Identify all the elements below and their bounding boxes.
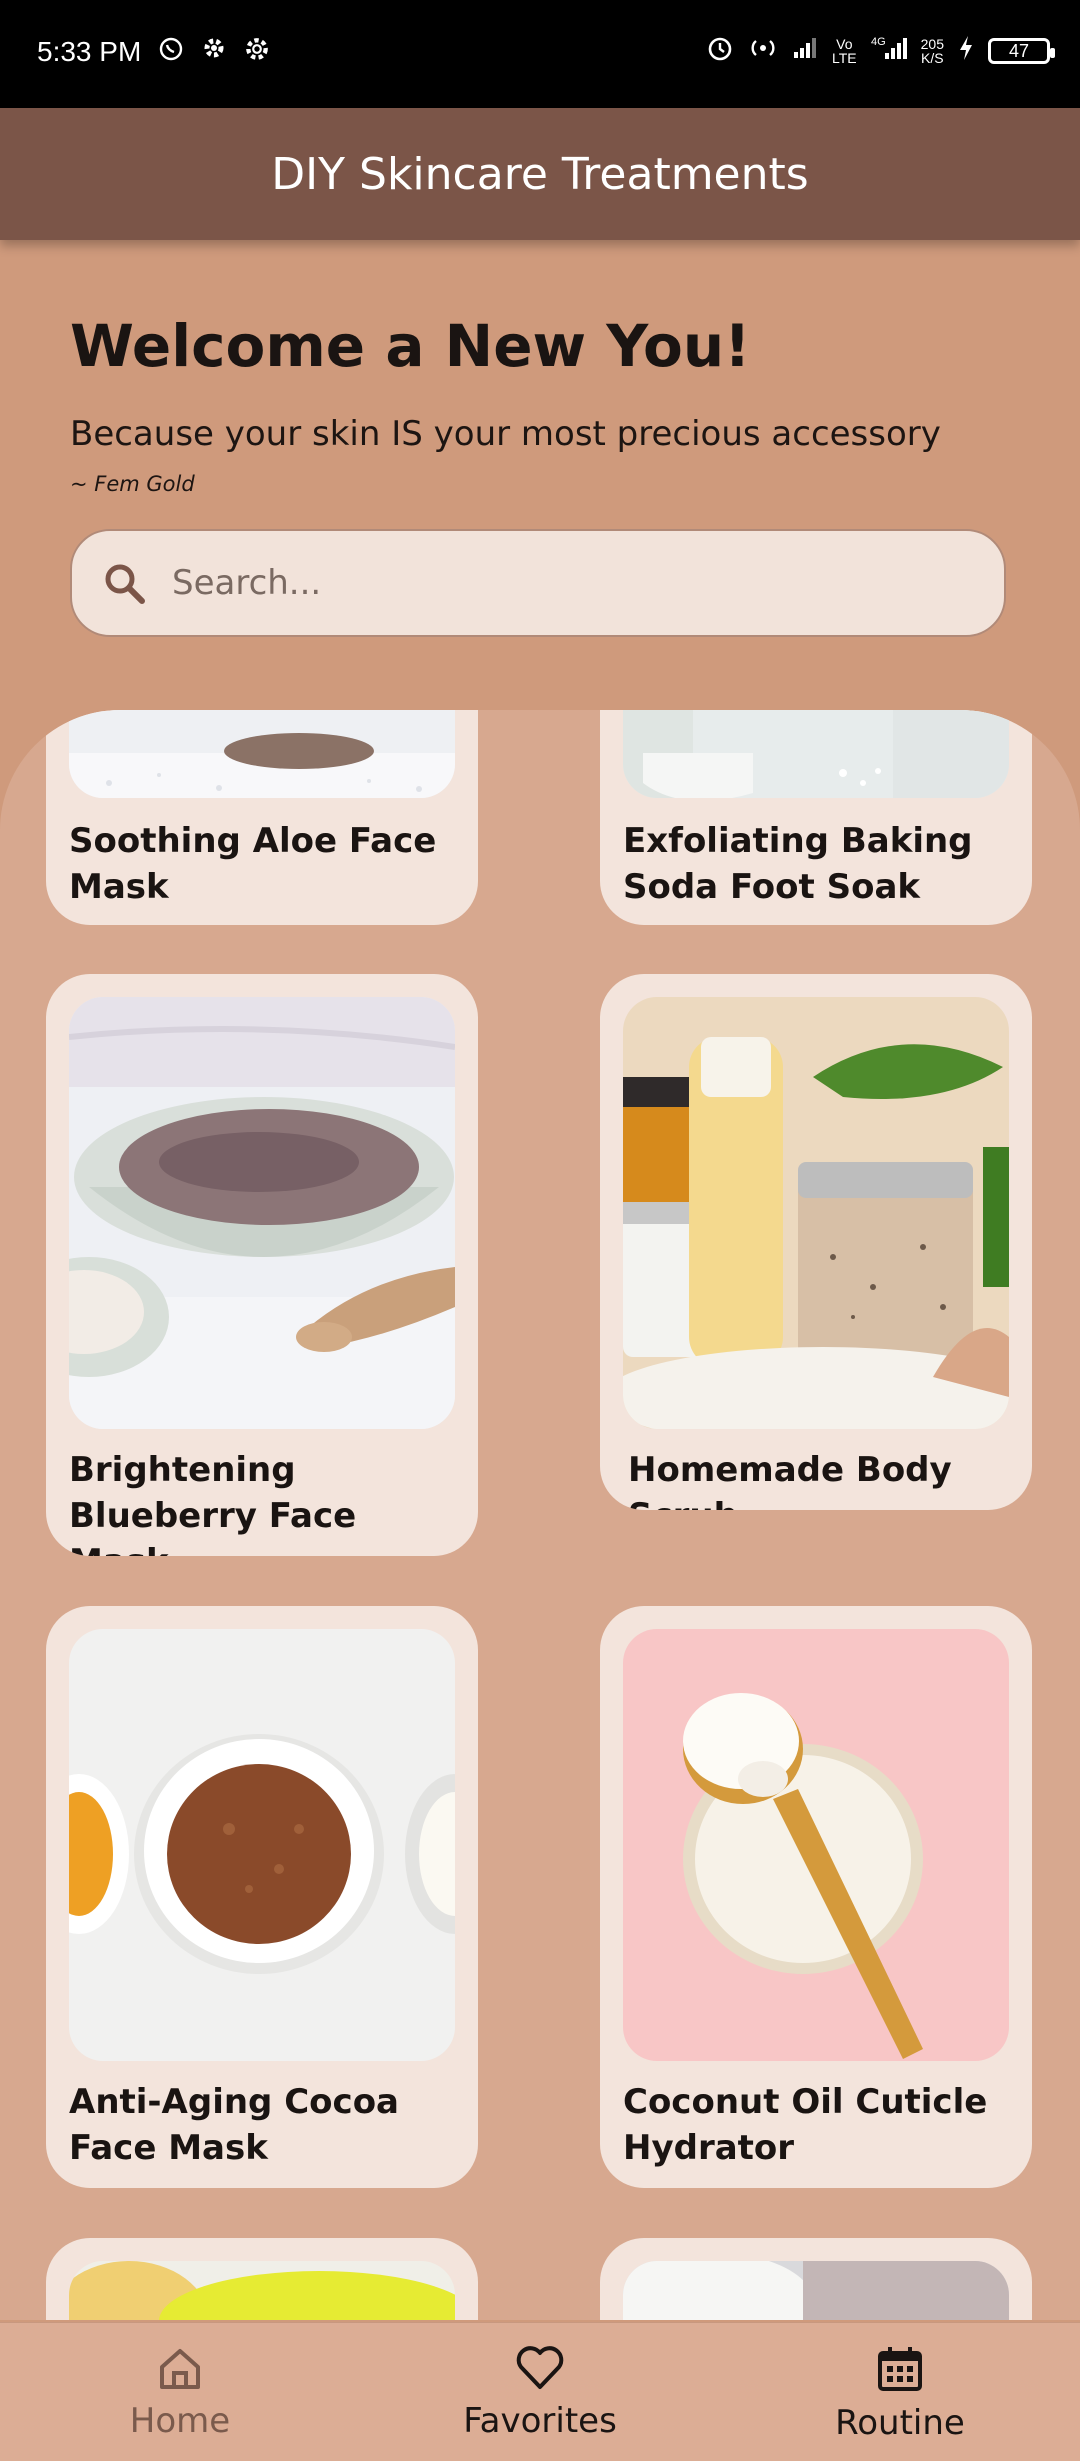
recipe-title: Coconut Oil Cuticle Hydrator: [623, 2082, 988, 2168]
network-speed: 205 K/S: [920, 36, 944, 66]
recipe-image: [623, 710, 1009, 798]
nav-routine-label: Routine: [835, 2403, 965, 2443]
recipe-image: [623, 1629, 1009, 2061]
nav-home-label: Home: [129, 2401, 231, 2441]
bottom-navigation: Home Favorites Routine: [0, 2322, 1080, 2461]
welcome-heading: Welcome a New You!: [70, 312, 751, 380]
recipe-image: [69, 1629, 455, 2061]
signal-icon: [792, 36, 818, 66]
nav-routine[interactable]: Routine: [780, 2345, 1020, 2443]
home-icon: [160, 2349, 200, 2389]
recipe-card[interactable]: [46, 2238, 478, 2320]
recipe-title: Anti-Aging Cocoa Face Mask: [69, 2082, 399, 2168]
welcome-subtitle: Because your skin IS your most precious …: [70, 414, 941, 454]
nav-home[interactable]: Home: [60, 2345, 300, 2441]
heart-icon: [516, 2346, 564, 2389]
recipe-card[interactable]: Homemade Body Scrub: [600, 974, 1032, 1510]
settings-icon-2: [244, 36, 270, 69]
hotspot-icon: [748, 36, 778, 66]
settings-icon: [202, 36, 226, 69]
app-bar: DIY Skincare Treatments: [0, 108, 1080, 240]
battery-icon: 47: [988, 38, 1055, 64]
recipe-grid[interactable]: Soothing Aloe Face Mask Exfoliating Baki…: [0, 710, 1080, 2320]
recipe-card[interactable]: [600, 2238, 1032, 2320]
recipe-title: Soothing Aloe Face Mask: [69, 821, 437, 907]
recipe-card[interactable]: Anti-Aging Cocoa Face Mask: [46, 1606, 478, 2188]
recipe-image: [623, 2261, 1009, 2320]
status-time: 5:33 PM: [37, 36, 142, 67]
recipe-card[interactable]: Brightening Blueberry Face Mask: [46, 974, 478, 1556]
whatsapp-icon: [158, 36, 184, 69]
recipe-title: Brightening Blueberry Face Mask: [69, 1450, 357, 1556]
recipe-card[interactable]: Coconut Oil Cuticle Hydrator: [600, 1606, 1032, 2188]
signal-icon-2: 4G: [871, 35, 907, 67]
app-title: DIY Skincare Treatments: [271, 148, 809, 200]
recipe-card[interactable]: Exfoliating Baking Soda Foot Soak: [600, 710, 1032, 925]
recipe-title: Exfoliating Baking Soda Foot Soak: [623, 821, 973, 907]
svg-text:4G: 4G: [871, 36, 886, 48]
nav-favorites-label: Favorites: [463, 2401, 617, 2441]
search-icon: [105, 564, 145, 604]
recipe-image: [69, 2261, 455, 2320]
recipe-title: Homemade Body Scrub: [628, 1450, 952, 1510]
recipe-card[interactable]: Soothing Aloe Face Mask: [46, 710, 478, 925]
calendar-icon: [878, 2347, 922, 2391]
recipe-image: [623, 997, 1009, 1429]
search-input[interactable]: [170, 562, 934, 604]
quote-author: ~ Fem Gold: [70, 472, 195, 496]
volte-icon: Vo LTE: [832, 36, 857, 66]
alarm-icon: [706, 34, 734, 68]
recipe-image: [69, 997, 455, 1429]
search-bar[interactable]: [70, 529, 1006, 637]
nav-favorites[interactable]: Favorites: [420, 2345, 660, 2441]
charging-icon: [958, 35, 974, 67]
recipe-image: [69, 710, 455, 798]
status-bar: 5:33 PM Vo LTE 4G 205 K/S 47: [0, 0, 1080, 108]
